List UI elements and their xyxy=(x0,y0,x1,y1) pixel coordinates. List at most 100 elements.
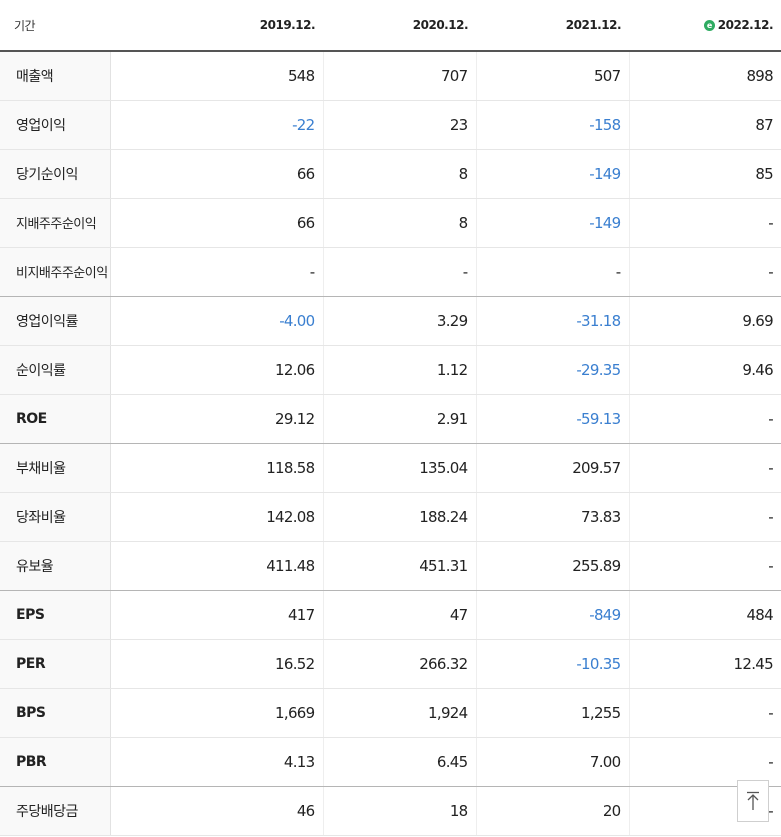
table-cell: 135.04 xyxy=(322,443,476,493)
table-cell: 66 xyxy=(109,149,323,199)
table-cell: -149 xyxy=(475,149,629,199)
row-label-net-margin: 순이익률 xyxy=(0,345,111,395)
table-row: EPS 417 47 -849 484 xyxy=(0,590,781,640)
table-row: ROE 29.12 2.91 -59.13 - xyxy=(0,394,781,444)
table-cell: -849 xyxy=(475,590,629,640)
table-cell: 3.29 xyxy=(322,296,476,346)
row-label-revenue: 매출액 xyxy=(0,51,111,101)
row-label-reserve-ratio: 유보율 xyxy=(0,541,111,591)
table-cell: 16.52 xyxy=(109,639,323,689)
table-cell: 1,924 xyxy=(322,688,476,738)
table-cell: -31.18 xyxy=(475,296,629,346)
period-2022-estimate: e 2022.12. xyxy=(629,0,781,52)
table-row: 순이익률 12.06 1.12 -29.35 9.46 xyxy=(0,345,781,395)
row-label-per: PER xyxy=(0,639,111,689)
table-row: 지배주주순이익 66 8 -149 - xyxy=(0,198,781,248)
table-cell: 47 xyxy=(322,590,476,640)
table-cell: 484 xyxy=(628,590,781,640)
table-cell: -149 xyxy=(475,198,629,248)
table-cell: 7.00 xyxy=(475,737,629,787)
row-label-non-controlling-net-income: 비지배주주순이익 xyxy=(0,247,111,297)
table-cell: 23 xyxy=(322,100,476,150)
table-cell: 29.12 xyxy=(109,394,323,444)
table-cell: - xyxy=(628,688,781,738)
table-row: BPS 1,669 1,924 1,255 - xyxy=(0,688,781,738)
table-cell: 898 xyxy=(628,51,781,101)
row-label-eps: EPS xyxy=(0,590,111,640)
table-row: 유보율 411.48 451.31 255.89 - xyxy=(0,541,781,591)
table-cell: 9.46 xyxy=(628,345,781,395)
table-cell: 209.57 xyxy=(475,443,629,493)
table-row: 비지배주주순이익 - - - - xyxy=(0,247,781,297)
table-cell: 85 xyxy=(628,149,781,199)
row-label-operating-profit: 영업이익 xyxy=(0,100,111,150)
table-cell: 18 xyxy=(322,786,476,836)
table-cell: 2.91 xyxy=(322,394,476,444)
table-row: PER 16.52 266.32 -10.35 12.45 xyxy=(0,639,781,689)
table-cell: 266.32 xyxy=(322,639,476,689)
table-cell: - xyxy=(628,492,781,542)
table-cell: 12.45 xyxy=(628,639,781,689)
table-cell: -4.00 xyxy=(109,296,323,346)
table-cell: 411.48 xyxy=(109,541,323,591)
table-cell: 8 xyxy=(322,149,476,199)
table-cell: 507 xyxy=(475,51,629,101)
table-cell: 66 xyxy=(109,198,323,248)
table-cell: - xyxy=(628,198,781,248)
table-row: 당기순이익 66 8 -149 85 xyxy=(0,149,781,199)
table-cell: -22 xyxy=(109,100,323,150)
table-cell: 548 xyxy=(109,51,323,101)
table-cell: 8 xyxy=(322,198,476,248)
row-label-bps: BPS xyxy=(0,688,111,738)
table-cell: - xyxy=(628,394,781,444)
table-cell: - xyxy=(109,247,323,297)
table-cell: 1,669 xyxy=(109,688,323,738)
row-label-pbr: PBR xyxy=(0,737,111,787)
table-header: 기간 2019.12. 2020.12. 2021.12. e 2022.12. xyxy=(0,0,781,52)
table-row: 영업이익률 -4.00 3.29 -31.18 9.69 xyxy=(0,296,781,346)
period-header-label: 기간 xyxy=(0,0,110,52)
period-2021: 2021.12. xyxy=(476,0,629,52)
period-2022-label: 2022.12. xyxy=(717,18,774,32)
table-cell: 4.13 xyxy=(109,737,323,787)
table-cell: 12.06 xyxy=(109,345,323,395)
table-cell: 9.69 xyxy=(628,296,781,346)
table-cell: 20 xyxy=(475,786,629,836)
estimate-badge-icon: e xyxy=(703,20,715,31)
table-row: 영업이익 -22 23 -158 87 xyxy=(0,100,781,150)
table-cell: 188.24 xyxy=(322,492,476,542)
row-label-quick-ratio: 당좌비율 xyxy=(0,492,111,542)
arrow-up-icon xyxy=(746,791,760,811)
table-cell: - xyxy=(628,737,781,787)
table-cell: 707 xyxy=(322,51,476,101)
row-label-controlling-net-income: 지배주주순이익 xyxy=(0,198,111,248)
table-row: 부채비율 118.58 135.04 209.57 - xyxy=(0,443,781,493)
scroll-to-top-button[interactable] xyxy=(737,780,769,822)
table-row: PBR 4.13 6.45 7.00 - xyxy=(0,737,781,787)
table-cell: - xyxy=(628,443,781,493)
financial-summary-table: 기간 2019.12. 2020.12. 2021.12. e 2022.12. … xyxy=(0,0,781,836)
table-cell: 118.58 xyxy=(109,443,323,493)
table-body: 매출액 548 707 507 898 영업이익 -22 23 -158 87 … xyxy=(0,51,781,836)
period-2019: 2019.12. xyxy=(110,0,323,52)
table-cell: - xyxy=(628,541,781,591)
period-2020: 2020.12. xyxy=(323,0,476,52)
table-cell: 73.83 xyxy=(475,492,629,542)
table-cell: 1.12 xyxy=(322,345,476,395)
table-cell: -29.35 xyxy=(475,345,629,395)
table-row: 매출액 548 707 507 898 xyxy=(0,51,781,101)
table-cell: 6.45 xyxy=(322,737,476,787)
table-cell: -158 xyxy=(475,100,629,150)
header-row: 기간 2019.12. 2020.12. 2021.12. e 2022.12. xyxy=(0,0,781,52)
row-label-dividend-per-share: 주당배당금 xyxy=(0,786,111,836)
table-cell: 87 xyxy=(628,100,781,150)
table-cell: 1,255 xyxy=(475,688,629,738)
row-label-operating-margin: 영업이익률 xyxy=(0,296,111,346)
table-cell: -10.35 xyxy=(475,639,629,689)
table-cell: -59.13 xyxy=(475,394,629,444)
table-row: 주당배당금 46 18 20 - xyxy=(0,786,781,836)
table-cell: - xyxy=(322,247,476,297)
table-cell: 142.08 xyxy=(109,492,323,542)
table-cell: 417 xyxy=(109,590,323,640)
table-cell: - xyxy=(475,247,629,297)
